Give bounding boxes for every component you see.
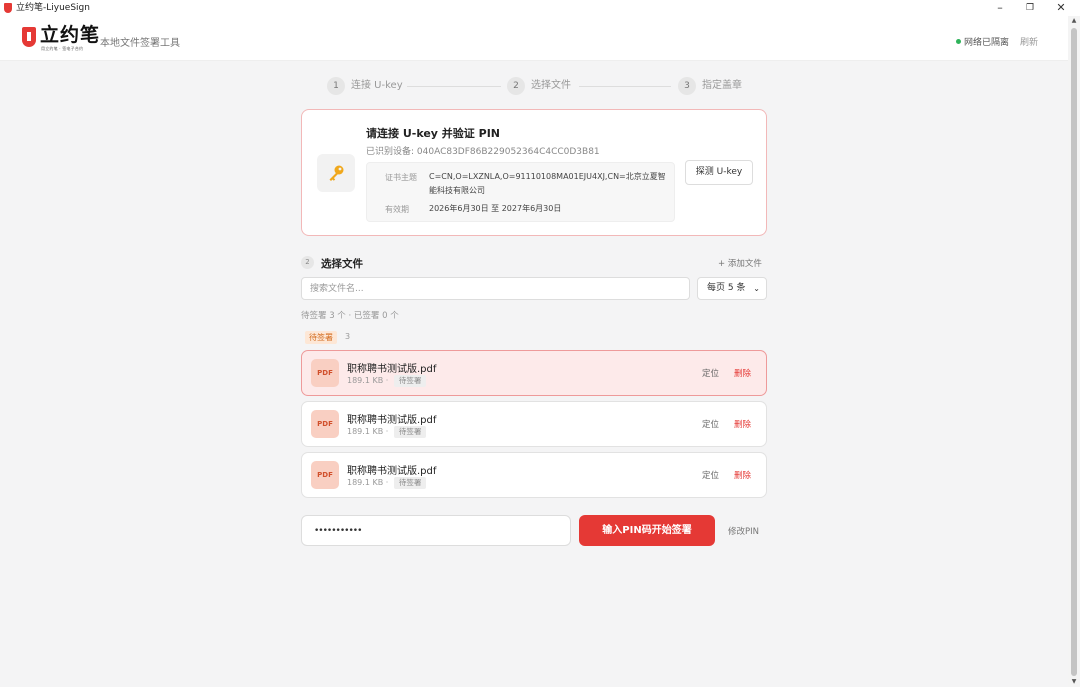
delete-button[interactable]: 删除 [734, 367, 751, 379]
file-row[interactable]: PDF 职称聘书测试版.pdf 189.1 KB · 待签署 定位 删除 [301, 452, 767, 498]
device-id: 已识别设备: 040AC83DF86B229052364C4CC0D3B81 [366, 147, 600, 157]
refresh-button[interactable]: 刷新 [1020, 35, 1038, 48]
step-2-label: 选择文件 [531, 80, 571, 91]
locate-button[interactable]: 定位 [702, 469, 719, 481]
page-size-select[interactable]: 每页 5 条 ⌄ [697, 277, 767, 300]
pdf-file-icon: PDF [311, 461, 339, 489]
sign-counts: 待签署 3 个 · 已签署 0 个 [301, 311, 399, 321]
chevron-down-icon: ⌄ [753, 284, 760, 293]
detect-ukey-button[interactable]: 探测 U-key [685, 160, 753, 185]
key-icon [317, 154, 355, 192]
file-size: 189.1 KB [347, 478, 384, 487]
brand-logo-icon [22, 27, 36, 47]
minimize-button[interactable]: – [985, 0, 1015, 16]
pin-input[interactable] [301, 515, 571, 546]
step-3: 3 指定盖章 [678, 77, 742, 95]
network-status-label: 网络已隔离 [964, 38, 1010, 48]
certificate-info: 证书主题 C=CN,O=LXZNLA,O=91110108MA01EJU4XJ,… [366, 162, 675, 222]
start-signing-button[interactable]: 输入PIN码开始签署 [579, 515, 715, 546]
scrollbar[interactable]: ▲ ▼ [1068, 16, 1080, 687]
cert-subject-value: C=CN,O=LXZNLA,O=91110108MA01EJU4XJ,CN=北京… [429, 172, 666, 195]
step-2: 2 选择文件 [507, 77, 571, 95]
file-size: 189.1 KB [347, 427, 384, 436]
section-title: 选择文件 [321, 258, 363, 270]
step-3-number: 3 [678, 77, 696, 95]
step-connector [579, 86, 671, 87]
close-button[interactable]: ✕ [1046, 0, 1076, 16]
file-meta: 189.1 KB · 待签署 [347, 426, 427, 438]
scrollbar-thumb[interactable] [1071, 28, 1077, 676]
add-file-button[interactable]: + 添加文件 [718, 257, 762, 269]
scroll-up-icon[interactable]: ▲ [1068, 16, 1080, 26]
step-3-label: 指定盖章 [702, 80, 742, 91]
status-dot-icon [956, 39, 961, 44]
file-name: 职称聘书测试版.pdf [347, 364, 437, 375]
cert-subject-label: 证书主题 [385, 173, 417, 182]
file-row[interactable]: PDF 职称聘书测试版.pdf 189.1 KB · 待签署 定位 删除 [301, 350, 767, 396]
key-icon-svg [329, 165, 344, 181]
file-name: 职称聘书测试版.pdf [347, 415, 437, 426]
brand-slogan: 用立约笔 · 签电子合约 [41, 46, 84, 51]
delete-button[interactable]: 删除 [734, 418, 751, 430]
file-status-badge: 待签署 [393, 375, 427, 387]
step-connector [407, 86, 501, 87]
file-status-badge: 待签署 [393, 426, 427, 438]
locate-button[interactable]: 定位 [702, 418, 719, 430]
step-2-number: 2 [507, 77, 525, 95]
window-titlebar: 立约笔-LiyueSign – ❐ ✕ [0, 0, 1080, 16]
maximize-button[interactable]: ❐ [1015, 0, 1045, 16]
page-size-value: 每页 5 条 [707, 283, 746, 293]
network-status: 网络已隔离 [956, 35, 1009, 48]
file-meta: 189.1 KB · 待签署 [347, 375, 427, 387]
file-row[interactable]: PDF 职称聘书测试版.pdf 189.1 KB · 待签署 定位 删除 [301, 401, 767, 447]
cert-validity-label: 有效期 [385, 205, 409, 214]
step-indicator: 1 连接 U-key 2 选择文件 3 指定盖章 [327, 77, 757, 95]
pdf-file-icon: PDF [311, 410, 339, 438]
ukey-title: 请连接 U-key 并验证 PIN [366, 127, 500, 140]
header-subtitle: 本地文件签署工具 [100, 38, 180, 49]
pending-group-badge: 待签署 [305, 331, 337, 344]
pdf-file-icon: PDF [311, 359, 339, 387]
window-title: 立约笔-LiyueSign [16, 3, 90, 13]
locate-button[interactable]: 定位 [702, 367, 719, 379]
step-1: 1 连接 U-key [327, 77, 403, 95]
pending-group-count: 3 [345, 332, 351, 341]
step-1-label: 连接 U-key [351, 80, 403, 91]
file-status-badge: 待签署 [393, 477, 427, 489]
file-name: 职称聘书测试版.pdf [347, 466, 437, 477]
app-logo-icon [4, 3, 12, 13]
app-header: 立约笔 用立约笔 · 签电子合约 本地文件签署工具 网络已隔离 刷新 [0, 16, 1068, 61]
change-pin-link[interactable]: 修改PIN [728, 525, 759, 537]
step-1-number: 1 [327, 77, 345, 95]
file-meta: 189.1 KB · 待签署 [347, 477, 427, 489]
brand-name: 立约笔 [40, 24, 101, 46]
delete-button[interactable]: 删除 [734, 469, 751, 481]
search-input[interactable] [301, 277, 690, 300]
section-number: 2 [301, 256, 314, 269]
scroll-down-icon[interactable]: ▼ [1068, 677, 1080, 687]
file-size: 189.1 KB [347, 376, 384, 385]
ukey-card: 请连接 U-key 并验证 PIN 已识别设备: 040AC83DF86B229… [301, 109, 767, 236]
cert-validity-value: 2026年6月30日 至 2027年6月30日 [429, 204, 562, 213]
